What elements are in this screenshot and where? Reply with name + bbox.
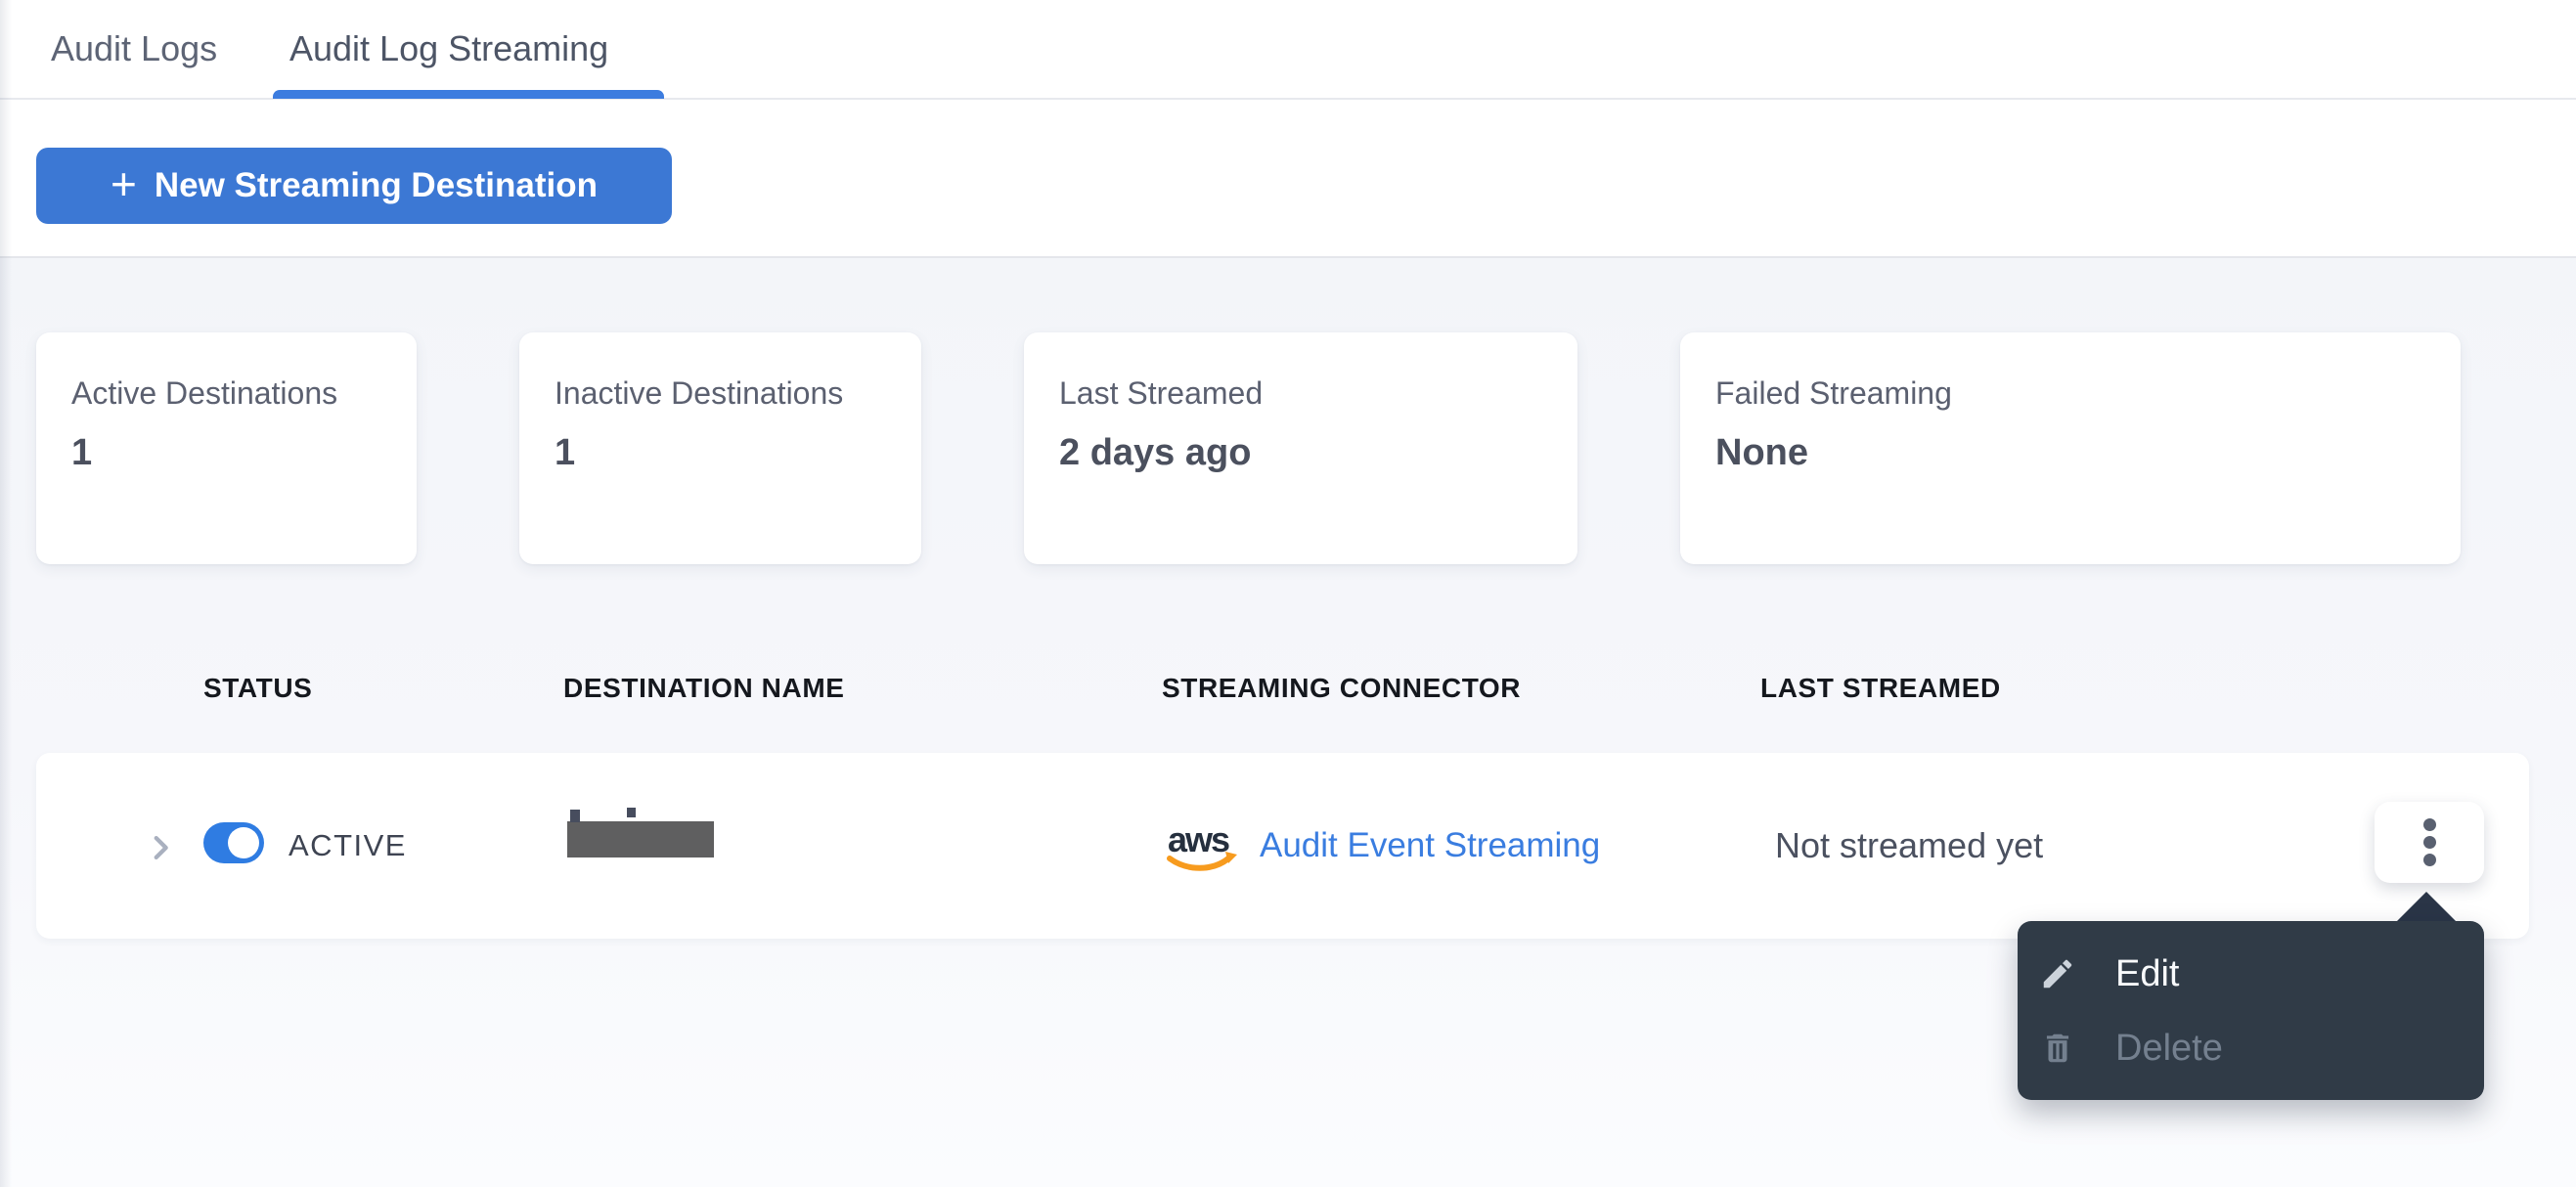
new-streaming-destination-button[interactable]: + New Streaming Destination <box>36 148 672 224</box>
connector-link[interactable]: Audit Event Streaming <box>1260 826 1600 865</box>
status-toggle[interactable] <box>203 822 264 863</box>
table-header-destination-name: DESTINATION NAME <box>563 673 845 703</box>
kebab-icon <box>2422 854 2436 866</box>
stat-card-inactive-destinations: Inactive Destinations 1 <box>519 332 921 564</box>
menu-item-edit-label: Edit <box>2115 952 2180 994</box>
stat-label: Inactive Destinations <box>555 375 844 411</box>
last-streamed-value: Not streamed yet <box>1775 825 2044 865</box>
aws-logo: aws <box>1167 819 1237 871</box>
stat-card-failed-streaming: Failed Streaming None <box>1680 332 2461 564</box>
toolbar: + New Streaming Destination <box>0 100 2576 258</box>
tab-audit-logs-label: Audit Logs <box>51 28 218 68</box>
svg-text:aws: aws <box>1168 819 1229 859</box>
context-menu-arrow <box>2396 892 2457 922</box>
table-header-streaming-connector: STREAMING CONNECTOR <box>1162 673 1522 703</box>
stat-label: Last Streamed <box>1059 375 1264 411</box>
main-content: Active Destinations 1 Inactive Destinati… <box>0 258 2576 1187</box>
table-row: ACTIVE aws Audit Event Streaming Not str… <box>36 753 2529 939</box>
row-actions-menu-button[interactable] <box>2375 802 2484 883</box>
destination-name-redacted <box>567 821 714 857</box>
stat-card-last-streamed: Last Streamed 2 days ago <box>1024 332 1577 564</box>
redaction-artifact <box>570 810 580 822</box>
stat-value: 1 <box>71 432 93 473</box>
stat-value: None <box>1715 432 1808 473</box>
tab-bar: Audit Logs Audit Log Streaming <box>0 0 2576 100</box>
left-edge-shade <box>0 0 12 1187</box>
stat-value: 1 <box>555 432 576 473</box>
menu-item-edit[interactable]: Edit <box>2018 941 2484 1007</box>
audit-log-streaming-page: Audit Logs Audit Log Streaming + New Str… <box>0 0 2576 1187</box>
menu-item-delete[interactable]: Delete <box>2018 1015 2484 1081</box>
trash-icon <box>2046 1033 2069 1063</box>
redaction-artifact <box>627 808 636 817</box>
tab-audit-log-streaming[interactable]: Audit Log Streaming <box>289 0 608 98</box>
toggle-knob <box>228 827 259 858</box>
chevron-right-icon <box>154 835 168 860</box>
stat-card-active-destinations: Active Destinations 1 <box>36 332 417 564</box>
streaming-connector-cell: aws Audit Event Streaming <box>1164 753 1600 939</box>
tab-audit-log-streaming-label: Audit Log Streaming <box>289 28 609 68</box>
status-badge: ACTIVE <box>289 828 407 862</box>
stat-label: Failed Streaming <box>1715 375 1952 411</box>
context-menu: Edit Delete <box>2018 921 2484 1100</box>
kebab-icon <box>2422 818 2436 831</box>
pencil-icon <box>2043 959 2072 989</box>
active-tab-underline <box>273 90 664 99</box>
stat-value: 2 days ago <box>1059 432 1252 473</box>
kebab-icon <box>2422 836 2436 849</box>
menu-item-delete-label: Delete <box>2115 1027 2223 1069</box>
stat-label: Active Destinations <box>71 375 338 411</box>
tab-audit-logs[interactable]: Audit Logs <box>51 0 217 98</box>
row-expand-button[interactable] <box>134 821 187 874</box>
plus-icon: + <box>110 158 137 209</box>
table-header-status: STATUS <box>203 673 313 703</box>
table-header-last-streamed: LAST STREAMED <box>1760 673 2001 703</box>
new-streaming-destination-label: New Streaming Destination <box>154 166 598 204</box>
